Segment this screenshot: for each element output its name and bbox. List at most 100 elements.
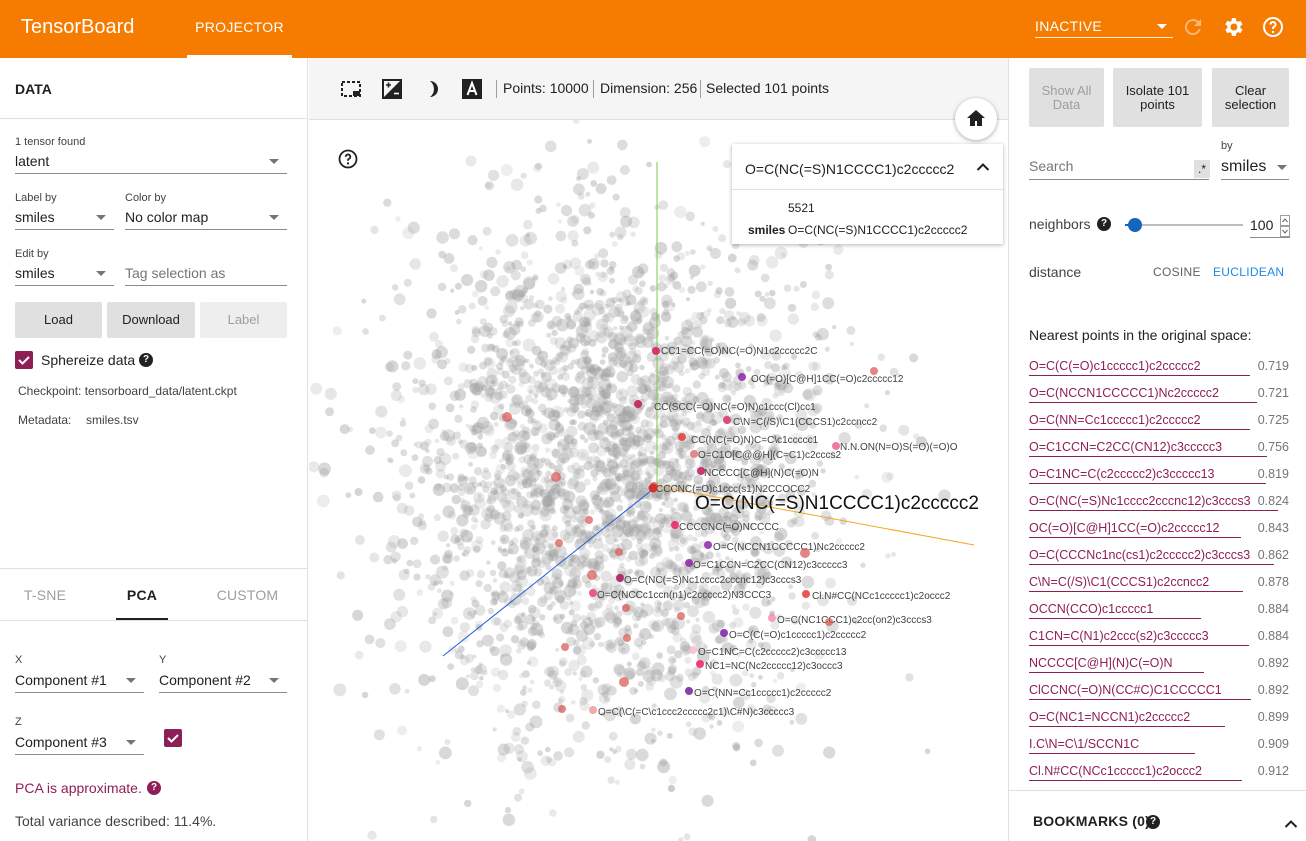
z-enabled-checkbox[interactable] [164,729,182,747]
label-button[interactable]: Label [200,302,287,338]
nearest-point-name[interactable]: O=C(CCCNc1nc(cs1)c2ccccc2)c3cccs3 [1029,548,1250,562]
edit-by-select[interactable]: smiles [15,262,114,286]
z-component-select[interactable]: Component #3 [15,731,144,755]
nearest-point-row[interactable]: OC(=O)[C@H]1CC(=O)c2ccccc12 0.843 [1029,517,1289,544]
nearest-point-row[interactable]: O=C(NN=Cc1ccccc1)c2ccccc2 0.725 [1029,409,1289,436]
neighbor-point[interactable] [685,559,693,567]
nearest-point-row[interactable]: ClCCNC(=O)N(CC#C)C1CCCCC1 0.892 [1029,679,1289,706]
bookmarks-panel[interactable]: BOOKMARKS (0) ? [1009,790,1306,841]
nearest-point-row[interactable]: Cl.N#CC(NCc1ccccc1)c2occc2 0.912 [1029,760,1289,787]
neighbor-point[interactable] [589,589,597,597]
selected-point[interactable] [623,634,631,642]
search-by-select[interactable]: smiles [1221,156,1289,180]
refresh-icon[interactable] [1181,15,1205,39]
neighbor-point[interactable] [671,521,679,529]
nearest-point-name[interactable]: Cl.N#CC(NCc1ccccc1)c2occc2 [1029,764,1202,778]
tab-projector[interactable]: PROJECTOR [187,0,292,58]
selected-point[interactable] [800,548,810,558]
nearest-point-row[interactable]: O=C(NC(=S)Nc1cccc2cccnc12)c3cccs3 0.824 [1029,490,1289,517]
selected-point[interactable] [555,539,563,547]
help-icon[interactable]: ? [147,781,161,795]
neighbors-slider-handle[interactable] [1128,218,1142,232]
reset-view-button[interactable] [955,98,997,140]
neighbor-point[interactable] [738,373,746,381]
label-by-select[interactable]: smiles [15,206,114,230]
load-button[interactable]: Load [15,302,102,338]
selected-point[interactable] [561,643,569,651]
nearest-point-name[interactable]: OC(=O)[C@H]1CC(=O)c2ccccc12 [1029,521,1220,535]
neighbors-slider-track[interactable] [1135,224,1243,226]
x-component-select[interactable]: Component #1 [15,669,144,693]
nearest-point-row[interactable]: NCCCC[C@H](N)C(=O)N 0.892 [1029,652,1289,679]
nearest-point-name[interactable]: O=C(NN=Cc1ccccc1)c2ccccc2 [1029,413,1201,427]
nearest-point-name[interactable]: O=C1NC=C(c2ccccc2)c3ccccc13 [1029,467,1214,481]
help-icon[interactable]: ? [1146,815,1160,829]
chevron-up-icon[interactable] [976,162,990,172]
neighbor-point[interactable] [704,541,712,549]
neighbor-point[interactable] [690,450,698,458]
nearest-point-name[interactable]: C1CN=C(N1)c2ccc(s2)c3ccccc3 [1029,629,1209,643]
neighbor-point[interactable] [832,442,840,450]
neighbor-point[interactable] [589,706,597,714]
active-point[interactable] [648,483,658,493]
select-region-icon[interactable] [340,78,362,100]
run-status-select[interactable]: INACTIVE [1035,14,1173,38]
nearest-point-row[interactable]: C1CN=C(N1)c2ccc(s2)c3ccccc3 0.884 [1029,625,1289,652]
tab-tsne[interactable]: T-SNE [0,570,90,620]
nearest-point-row[interactable]: O=C(NC1=NCCN1)c2ccccc2 0.899 [1029,706,1289,733]
selected-point[interactable] [615,548,623,556]
color-by-select[interactable]: No color map [125,206,287,230]
neighbor-point[interactable] [689,646,697,654]
sphereize-checkbox[interactable] [15,351,33,369]
half-moon-icon[interactable] [421,78,443,100]
neighbor-point[interactable] [616,574,624,582]
nearest-point-row[interactable]: O=C(NCCN1CCCCC1)Nc2ccccc2 0.721 [1029,382,1289,409]
nearest-point-row[interactable]: I.C\N=C\1/SCCN1C 0.909 [1029,733,1289,760]
nearest-point-name[interactable]: O=C(NC(=S)Nc1cccc2cccnc12)c3cccs3 [1029,494,1251,508]
nearest-point-row[interactable]: O=C1CCN=C2CC(CN12)c3ccccc3 0.756 [1029,436,1289,463]
nearest-point-name[interactable]: O=C(NC1=NCCN1)c2ccccc2 [1029,710,1190,724]
nearest-point-name[interactable]: NCCCC[C@H](N)C(=O)N [1029,656,1173,670]
nearest-point-name[interactable]: O=C1CCN=C2CC(CN12)c3ccccc3 [1029,440,1222,454]
label-toggle-icon[interactable] [461,78,483,100]
search-input[interactable]: Search [1029,154,1209,180]
selected-point[interactable] [870,367,878,375]
tensor-select[interactable]: latent [15,150,287,174]
neighbor-point[interactable] [634,400,642,408]
nearest-point-row[interactable]: O=C1NC=C(c2ccccc2)c3ccccc13 0.819 [1029,463,1289,490]
selected-point[interactable] [585,516,593,524]
tag-selection-input[interactable]: Tag selection as [125,262,287,286]
settings-icon[interactable] [1221,15,1245,39]
nearest-point-name[interactable]: O=C(C(=O)c1ccccc1)c2ccccc2 [1029,359,1201,373]
nearest-point-name[interactable]: I.C\N=C\1/SCCN1C [1029,737,1139,751]
selected-point[interactable] [677,612,685,620]
tab-pca[interactable]: PCA [116,570,168,620]
selected-point[interactable] [587,570,597,580]
neighbor-point[interactable] [652,347,660,355]
nearest-point-row[interactable]: O=C(C(=O)c1ccccc1)c2ccccc2 0.719 [1029,355,1289,382]
regex-toggle[interactable]: .* [1194,160,1210,178]
selected-point[interactable] [825,618,833,626]
neighbor-point[interactable] [802,590,810,598]
selected-point[interactable] [622,604,630,612]
neighbor-point[interactable] [685,687,693,695]
isolate-points-button[interactable]: Isolate 101 points [1113,68,1202,127]
stepper-icon[interactable] [1280,215,1290,237]
nearest-point-row[interactable]: C\N=C(/S)\C1(CCCS1)c2ccncc2 0.878 [1029,571,1289,598]
neighbors-input[interactable]: 100 [1250,214,1290,238]
distance-cosine-option[interactable]: COSINE [1153,265,1201,279]
selected-point[interactable] [551,472,561,482]
neighbor-point[interactable] [678,433,686,441]
help-icon[interactable]: ? [139,353,153,367]
chevron-up-icon[interactable] [1284,819,1298,829]
neighbor-point[interactable] [720,629,728,637]
selected-point[interactable] [502,412,512,422]
help-icon[interactable] [338,149,358,169]
clear-selection-button[interactable]: Clear selection [1212,68,1289,127]
nearest-point-name[interactable]: ClCCNC(=O)N(CC#C)C1CCCCC1 [1029,683,1222,697]
help-icon[interactable]: ? [1097,217,1111,231]
show-all-data-button[interactable]: Show All Data [1029,68,1104,127]
night-mode-toggle-icon[interactable] [381,78,403,100]
nearest-point-name[interactable]: O=C(NCCN1CCCCC1)Nc2ccccc2 [1029,386,1219,400]
selected-point[interactable] [558,705,566,713]
